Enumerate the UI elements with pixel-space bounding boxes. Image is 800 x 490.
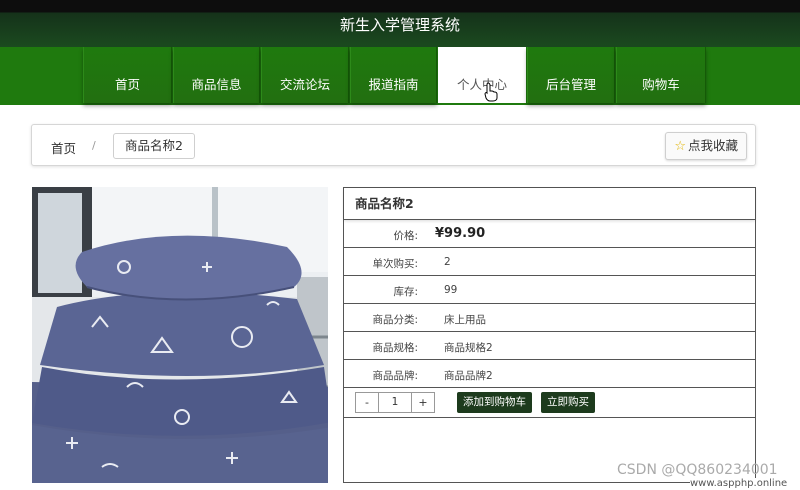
csdn-watermark: CSDN @QQ860234001 bbox=[617, 462, 778, 478]
nav-item-products[interactable]: 商品信息 bbox=[173, 47, 260, 103]
stock-label: 库存: bbox=[393, 286, 418, 298]
buy-now-button[interactable]: 立即购买 bbox=[541, 392, 595, 413]
spec-label: 商品规格: bbox=[372, 342, 418, 354]
price-value: ¥99.90 bbox=[435, 226, 486, 241]
quantity-decrease-button[interactable]: - bbox=[355, 392, 379, 413]
nav-item-forum[interactable]: 交流论坛 bbox=[261, 47, 349, 103]
nav-item-registration-guide[interactable]: 报道指南 bbox=[350, 47, 437, 103]
category-row: 商品分类: 床上用品 bbox=[344, 304, 755, 332]
single-buy-value: 2 bbox=[444, 256, 451, 268]
breadcrumb: 首页 / 商品名称2 ☆ 点我收藏 bbox=[31, 124, 756, 166]
price-label: 价格: bbox=[393, 230, 418, 242]
breadcrumb-current: 商品名称2 bbox=[113, 133, 195, 159]
breadcrumb-separator: / bbox=[92, 139, 96, 152]
stock-row: 库存: 99 bbox=[344, 276, 755, 304]
favorite-button-label: 点我收藏 bbox=[687, 138, 738, 153]
top-header-bar: 新生入学管理系统 bbox=[0, 0, 800, 47]
product-image bbox=[32, 187, 328, 483]
brand-value: 商品品牌2 bbox=[444, 370, 493, 382]
product-info-panel: 商品名称2 价格: ¥99.90 单次购买: 2 库存: 99 商品分类: 床上… bbox=[343, 187, 756, 483]
category-label: 商品分类: bbox=[372, 314, 418, 326]
system-title: 新生入学管理系统 bbox=[339, 16, 460, 34]
single-buy-row: 单次购买: 2 bbox=[344, 248, 755, 276]
quantity-increase-button[interactable]: + bbox=[411, 392, 435, 413]
main-navigation: 首页 商品信息 交流论坛 报道指南 个人中心 后台管理 购物车 bbox=[0, 47, 800, 105]
site-watermark: www.aspphp.online bbox=[690, 478, 788, 489]
single-buy-label: 单次购买: bbox=[372, 258, 418, 270]
star-icon: ☆ bbox=[674, 139, 686, 154]
product-title: 商品名称2 bbox=[344, 188, 755, 220]
nav-item-personal-center[interactable]: 个人中心 bbox=[438, 47, 526, 103]
purchase-row: - 1 + 添加到购物车 立即购买 bbox=[344, 388, 755, 418]
favorite-button[interactable]: ☆ 点我收藏 bbox=[665, 132, 747, 160]
category-value: 床上用品 bbox=[444, 314, 486, 326]
stock-value: 99 bbox=[444, 284, 458, 296]
brand-row: 商品品牌: 商品品牌2 bbox=[344, 360, 755, 388]
spec-row: 商品规格: 商品规格2 bbox=[344, 332, 755, 360]
breadcrumb-home-link[interactable]: 首页 bbox=[51, 138, 76, 157]
price-row: 价格: ¥99.90 bbox=[344, 220, 755, 248]
brand-label: 商品品牌: bbox=[372, 370, 418, 382]
add-to-cart-button[interactable]: 添加到购物车 bbox=[457, 392, 532, 413]
hand-cursor-icon bbox=[484, 82, 498, 102]
nav-item-home[interactable]: 首页 bbox=[83, 47, 172, 103]
nav-item-admin[interactable]: 后台管理 bbox=[527, 47, 615, 103]
nav-item-cart[interactable]: 购物车 bbox=[616, 47, 706, 103]
quantity-input[interactable]: 1 bbox=[379, 392, 411, 413]
spec-value: 商品规格2 bbox=[444, 342, 493, 354]
